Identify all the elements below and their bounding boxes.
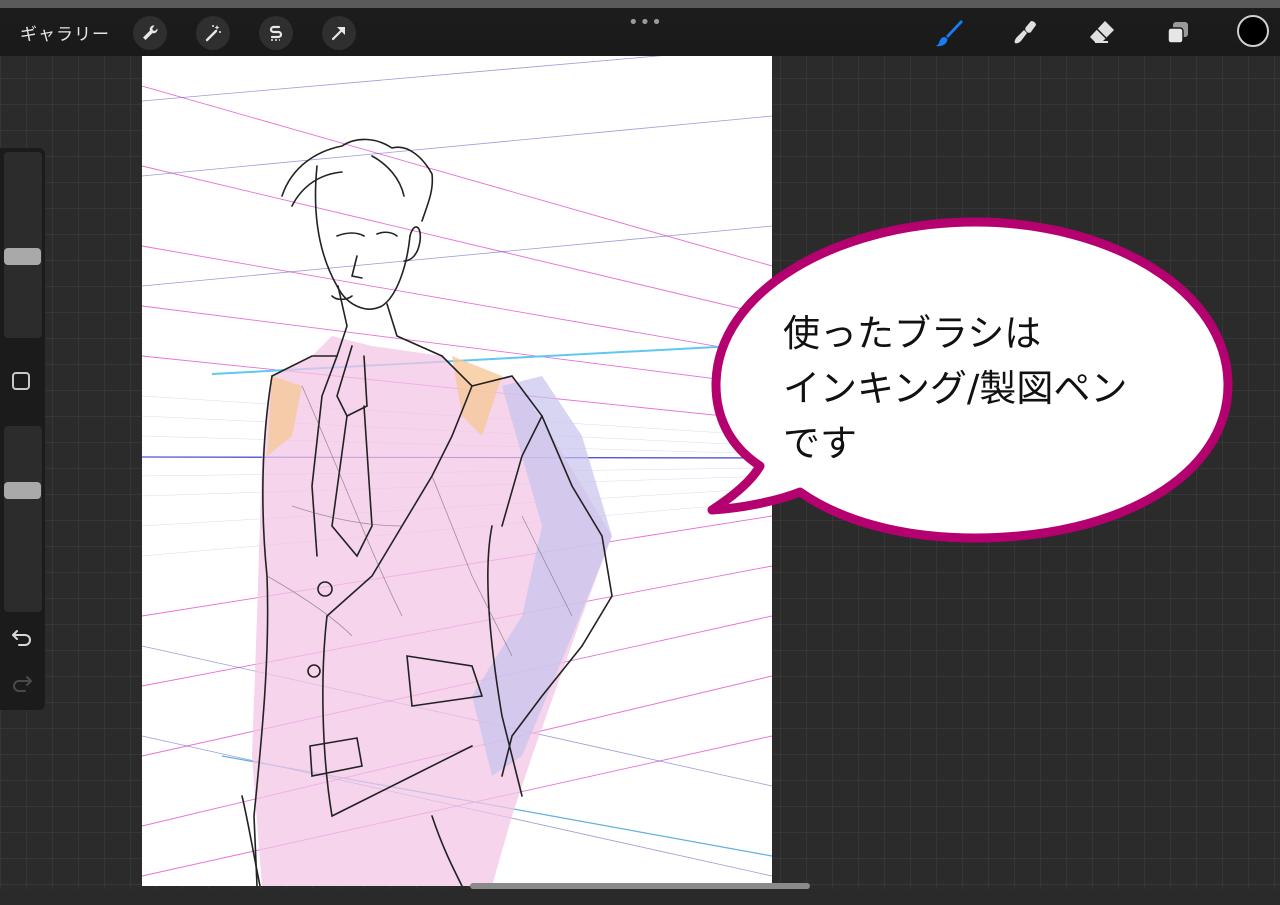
home-indicator[interactable] [470,883,810,889]
callout-line: 使ったブラシは [783,312,1042,355]
bottom-strip [0,889,1280,905]
callout-line: です [783,422,857,465]
callout-text: 使ったブラシは インキング/製図ペン です [783,306,1203,471]
callout-line: インキング/製図ペン [783,367,1128,410]
